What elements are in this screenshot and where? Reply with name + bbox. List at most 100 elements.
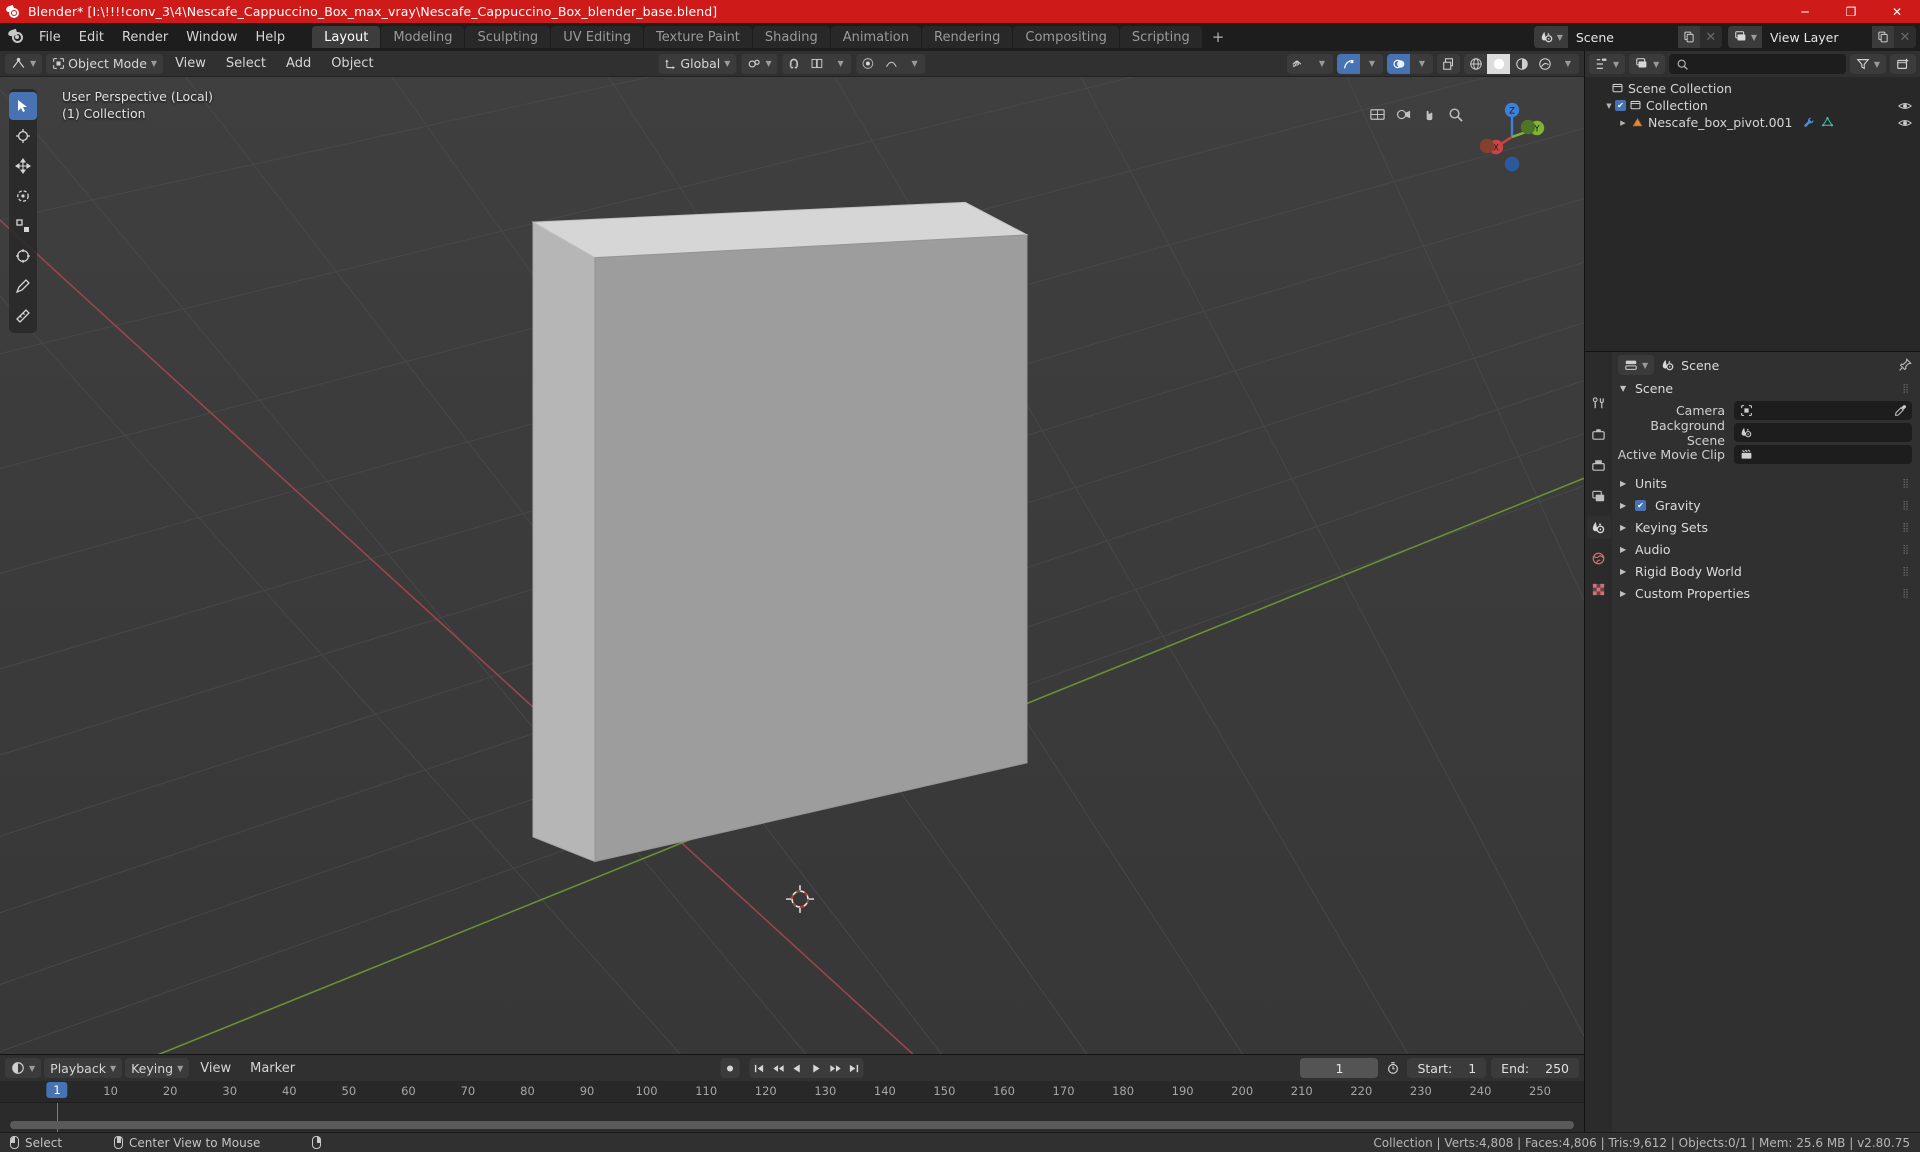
viewport-3d[interactable]: User Perspective (Local) (1) Collection: [0, 77, 1584, 1054]
timeline-menu-keying[interactable]: Keying ▼: [125, 1058, 190, 1078]
menu-edit[interactable]: Edit: [70, 27, 113, 48]
current-frame-field[interactable]: 1: [1300, 1058, 1379, 1078]
xray-icon[interactable]: [1437, 54, 1460, 74]
output-tab[interactable]: [1587, 454, 1611, 477]
auto-keying-icon[interactable]: [1383, 1058, 1402, 1078]
object-mode-selector[interactable]: Object Mode ▼: [46, 53, 164, 74]
outliner-row-object[interactable]: ▶ Nescafe_box_pivot.001: [1585, 114, 1920, 131]
viewport-menu-object[interactable]: Object: [323, 54, 381, 73]
playhead-frame-label[interactable]: 1: [46, 1082, 68, 1098]
annotate-tool[interactable]: [9, 272, 37, 300]
view-layer-selector[interactable]: ▼ View Layer ✕: [1727, 26, 1916, 48]
custom-properties-section[interactable]: ▶ Custom Properties ⣿: [1612, 583, 1920, 604]
cursor-tool[interactable]: [9, 122, 37, 150]
play-icon[interactable]: [806, 1058, 826, 1078]
timeline-scrollbar[interactable]: [10, 1121, 1574, 1129]
camera-field[interactable]: [1734, 401, 1912, 420]
viewport-menu-add[interactable]: Add: [278, 54, 319, 73]
camera-view-icon[interactable]: [1392, 103, 1414, 125]
solid-shading-button[interactable]: [1487, 53, 1510, 74]
scale-tool[interactable]: [9, 212, 37, 240]
snap-target-selector[interactable]: ▼: [741, 53, 778, 74]
rigid-body-world-section[interactable]: ▶ Rigid Body World ⣿: [1612, 561, 1920, 582]
proportional-falloff-icon[interactable]: [880, 54, 903, 74]
filter-icon[interactable]: ▼: [1849, 54, 1886, 74]
chevron-down-icon[interactable]: ▼: [829, 54, 852, 74]
tab-texture-paint[interactable]: Texture Paint: [644, 26, 752, 48]
chevron-right-icon[interactable]: ▶: [1617, 119, 1629, 127]
add-workspace-button[interactable]: +: [1203, 28, 1234, 47]
editor-type-icon[interactable]: ▼: [5, 53, 43, 74]
hide-in-viewport-icon[interactable]: [1898, 100, 1912, 112]
outliner-editor-icon[interactable]: ▼: [1589, 54, 1626, 74]
new-scene-button[interactable]: [1677, 26, 1700, 48]
new-view-layer-button[interactable]: [1872, 26, 1894, 48]
mesh-data-icon[interactable]: [1821, 116, 1834, 129]
menu-render[interactable]: Render: [113, 27, 177, 48]
menu-file[interactable]: File: [30, 27, 70, 48]
scene-panel-header[interactable]: ▼ Scene ⣿: [1612, 378, 1920, 399]
zoom-view-icon[interactable]: [1444, 103, 1466, 125]
view-layer-tab[interactable]: [1587, 485, 1611, 508]
maximize-button[interactable]: ❐: [1828, 0, 1874, 23]
outliner-search-input[interactable]: [1669, 54, 1846, 74]
rendered-shading-button[interactable]: [1533, 54, 1556, 74]
measure-tool[interactable]: [9, 302, 37, 330]
close-button[interactable]: ✕: [1874, 0, 1920, 23]
record-icon[interactable]: [720, 1058, 740, 1078]
eyedropper-icon[interactable]: [1894, 404, 1907, 417]
snap-mode-selector[interactable]: [806, 54, 829, 74]
tweak-tool[interactable]: [9, 92, 37, 120]
timeline-menu-playback[interactable]: Playback ▼: [44, 1058, 123, 1078]
chevron-down-icon[interactable]: ▼: [1360, 54, 1383, 74]
jump-to-start-icon[interactable]: [749, 1058, 769, 1078]
world-tab[interactable]: [1587, 547, 1611, 570]
magnet-icon[interactable]: [783, 54, 806, 74]
view-layer-name-field[interactable]: View Layer: [1762, 26, 1872, 48]
timeline-editor-icon[interactable]: ▼: [5, 1058, 42, 1078]
overlays-icon[interactable]: [1387, 53, 1410, 74]
unlink-scene-button[interactable]: ✕: [1699, 26, 1722, 48]
viewport-menu-select[interactable]: Select: [218, 54, 274, 73]
jump-to-end-icon[interactable]: [844, 1058, 864, 1078]
tab-scripting[interactable]: Scripting: [1119, 26, 1202, 48]
gizmo-icon[interactable]: [1337, 53, 1360, 74]
scene-tab[interactable]: [1586, 516, 1611, 539]
tab-shading[interactable]: Shading: [752, 26, 830, 48]
texture-tab[interactable]: [1587, 578, 1611, 601]
frame-start-field[interactable]: Start: 1: [1407, 1058, 1487, 1078]
outliner-row-collection[interactable]: ▼ ✔ Collection: [1585, 97, 1920, 114]
material-preview-shading-button[interactable]: [1510, 54, 1533, 74]
background-scene-field[interactable]: [1734, 423, 1912, 442]
frame-end-field[interactable]: End: 250: [1491, 1058, 1579, 1078]
next-keyframe-icon[interactable]: [825, 1058, 845, 1078]
tab-layout[interactable]: Layout: [312, 26, 381, 48]
hide-object-icon[interactable]: [1898, 117, 1912, 129]
remove-view-layer-button[interactable]: ✕: [1894, 26, 1916, 48]
minimize-button[interactable]: ─: [1782, 0, 1828, 23]
outliner-display-mode-icon[interactable]: ▼: [1629, 54, 1666, 74]
pin-icon[interactable]: [1898, 358, 1912, 372]
prev-keyframe-icon[interactable]: [768, 1058, 788, 1078]
view-layer-icon[interactable]: ▼: [1727, 26, 1762, 48]
transform-tool[interactable]: [9, 242, 37, 270]
keying-sets-section[interactable]: ▶ Keying Sets ⣿: [1612, 517, 1920, 538]
menu-help[interactable]: Help: [247, 27, 295, 48]
wireframe-shading-button[interactable]: [1464, 54, 1487, 74]
units-section[interactable]: ▶ Units ⣿: [1612, 473, 1920, 494]
wrench-icon[interactable]: [1802, 116, 1815, 129]
timeline-menu-view[interactable]: View: [192, 1059, 239, 1078]
scene-icon[interactable]: ▼: [1533, 26, 1568, 48]
chevron-down-icon[interactable]: ▼: [1410, 54, 1433, 74]
chevron-down-icon[interactable]: ▼: [903, 54, 926, 74]
chevron-down-icon[interactable]: ▼: [1603, 102, 1615, 110]
eye-icon[interactable]: [1287, 54, 1310, 74]
move-tool[interactable]: [9, 152, 37, 180]
tab-modeling[interactable]: Modeling: [381, 26, 465, 48]
rotate-tool[interactable]: [9, 182, 37, 210]
play-reverse-icon[interactable]: [787, 1058, 807, 1078]
proportional-edit-icon[interactable]: [857, 54, 880, 74]
tab-sculpting[interactable]: Sculpting: [465, 26, 551, 48]
render-tab[interactable]: [1587, 423, 1611, 446]
tab-animation[interactable]: Animation: [830, 26, 921, 48]
